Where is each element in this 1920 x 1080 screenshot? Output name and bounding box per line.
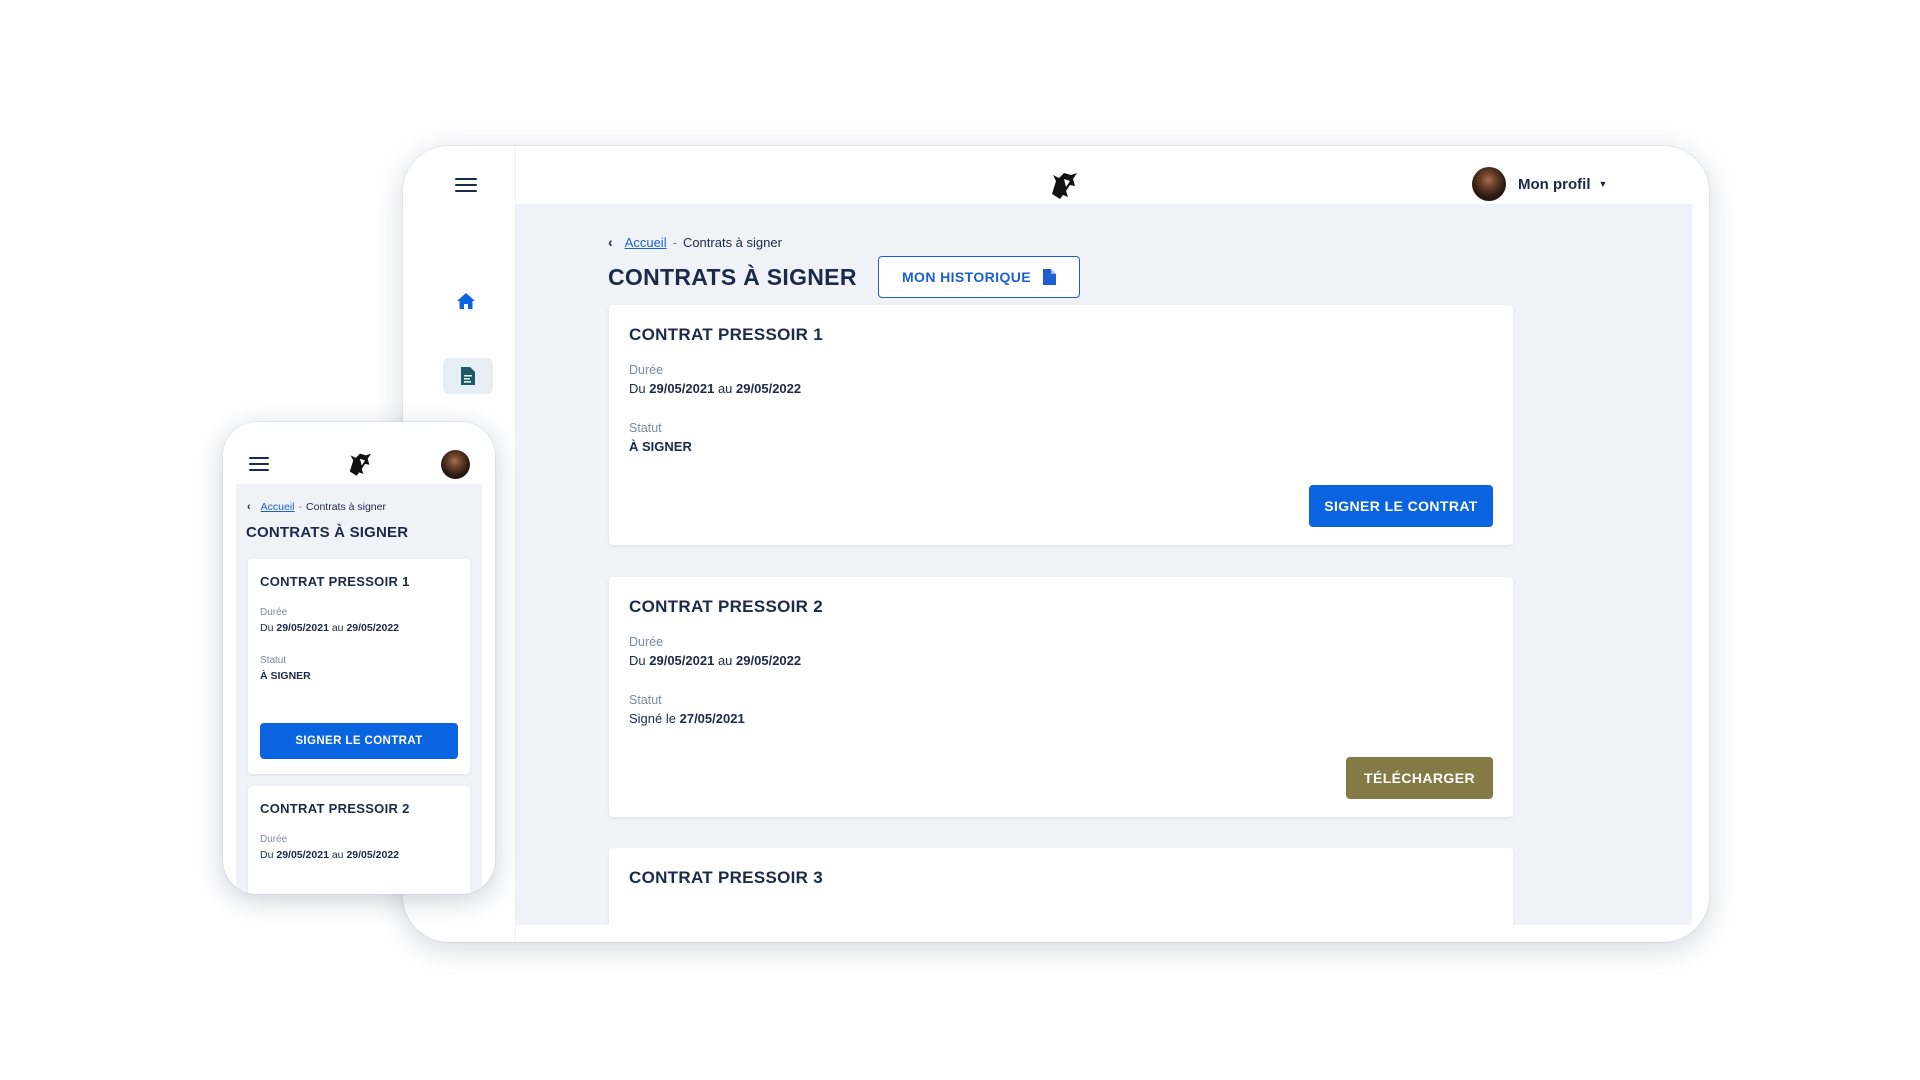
avatar[interactable] xyxy=(441,450,470,479)
main-content: Mon profil ▼ ‹ Accueil - Contrats à sign… xyxy=(516,164,1692,925)
profile-menu[interactable]: Mon profil ▼ xyxy=(1472,164,1607,204)
contract-card: CONTRAT PRESSOIR 1 Durée Du 29/05/2021 a… xyxy=(609,305,1513,545)
status-value: Signé le 27/05/2021 xyxy=(629,711,745,726)
breadcrumb-separator: - xyxy=(672,234,677,250)
menu-icon[interactable] xyxy=(455,178,477,194)
duration-value: Du 29/05/2021 au 29/05/2022 xyxy=(629,653,802,668)
status-value: À SIGNER xyxy=(260,670,311,682)
breadcrumb: ‹ Accueil - Contrats à signer xyxy=(247,501,386,513)
caret-down-icon: ▼ xyxy=(1598,179,1608,189)
history-button[interactable]: MON HISTORIQUE xyxy=(878,256,1080,298)
document-icon[interactable] xyxy=(443,358,493,394)
mobile-main-content: ‹ Accueil - Contrats à signer CONTRATS À… xyxy=(236,484,482,894)
breadcrumb-home-link[interactable]: Accueil xyxy=(261,501,295,513)
breadcrumb-current: Contrats à signer xyxy=(306,501,386,513)
page-title: CONTRATS À SIGNER xyxy=(246,524,409,541)
profile-label: Mon profil xyxy=(1518,175,1591,193)
page-title: CONTRATS À SIGNER xyxy=(608,264,857,290)
status-label: Statut xyxy=(260,655,287,666)
sign-contract-button[interactable]: SIGNER LE CONTRAT xyxy=(1309,485,1493,527)
duration-label: Durée xyxy=(260,607,288,618)
history-button-label: MON HISTORIQUE xyxy=(901,269,1032,285)
breadcrumb: ‹ Accueil - Contrats à signer xyxy=(608,234,782,250)
breadcrumb-current: Contrats à signer xyxy=(682,234,782,250)
contract-title: CONTRAT PRESSOIR 1 xyxy=(260,574,410,589)
status-label: Statut xyxy=(629,421,662,435)
chevron-left-icon[interactable]: ‹ xyxy=(247,501,251,513)
contract-title: CONTRAT PRESSOIR 3 xyxy=(629,868,823,887)
contract-card: CONTRAT PRESSOIR 2 Durée Du 29/05/2021 a… xyxy=(609,577,1513,817)
mobile-top-bar xyxy=(223,422,495,484)
breadcrumb-home-link[interactable]: Accueil xyxy=(625,235,667,250)
avatar xyxy=(1472,167,1506,201)
status-label: Statut xyxy=(629,693,662,707)
contract-card: CONTRAT PRESSOIR 1 Durée Du 29/05/2021 a… xyxy=(248,559,470,774)
breadcrumb-separator: - xyxy=(298,501,303,513)
mobile-frame: ‹ Accueil - Contrats à signer CONTRATS À… xyxy=(223,422,495,894)
duration-value: Du 29/05/2021 au 29/05/2022 xyxy=(629,381,802,396)
duration-label: Durée xyxy=(260,834,288,845)
contract-title: CONTRAT PRESSOIR 1 xyxy=(629,325,823,344)
download-button[interactable]: TÉLÉCHARGER xyxy=(1346,757,1493,799)
sign-contract-button[interactable]: SIGNER LE CONTRAT xyxy=(260,723,458,759)
horse-logo-icon[interactable] xyxy=(1044,164,1084,204)
contract-title: CONTRAT PRESSOIR 2 xyxy=(260,801,410,816)
menu-icon[interactable] xyxy=(249,457,269,473)
file-icon xyxy=(1043,269,1057,285)
contract-card: CONTRAT PRESSOIR 3 xyxy=(609,848,1513,925)
home-icon[interactable] xyxy=(451,286,481,316)
status-value: À SIGNER xyxy=(629,439,692,454)
duration-label: Durée xyxy=(629,363,664,377)
duration-value: Du 29/05/2021 au 29/05/2022 xyxy=(260,849,400,861)
top-bar: Mon profil ▼ xyxy=(516,164,1692,204)
chevron-left-icon[interactable]: ‹ xyxy=(608,234,613,250)
duration-value: Du 29/05/2021 au 29/05/2022 xyxy=(260,622,400,634)
contract-card: CONTRAT PRESSOIR 2 Durée Du 29/05/2021 a… xyxy=(248,786,470,894)
desktop-frame: Mon profil ▼ ‹ Accueil - Contrats à sign… xyxy=(403,146,1709,942)
contract-title: CONTRAT PRESSOIR 2 xyxy=(629,597,823,616)
duration-label: Durée xyxy=(629,635,664,649)
horse-logo-icon[interactable] xyxy=(343,446,377,480)
